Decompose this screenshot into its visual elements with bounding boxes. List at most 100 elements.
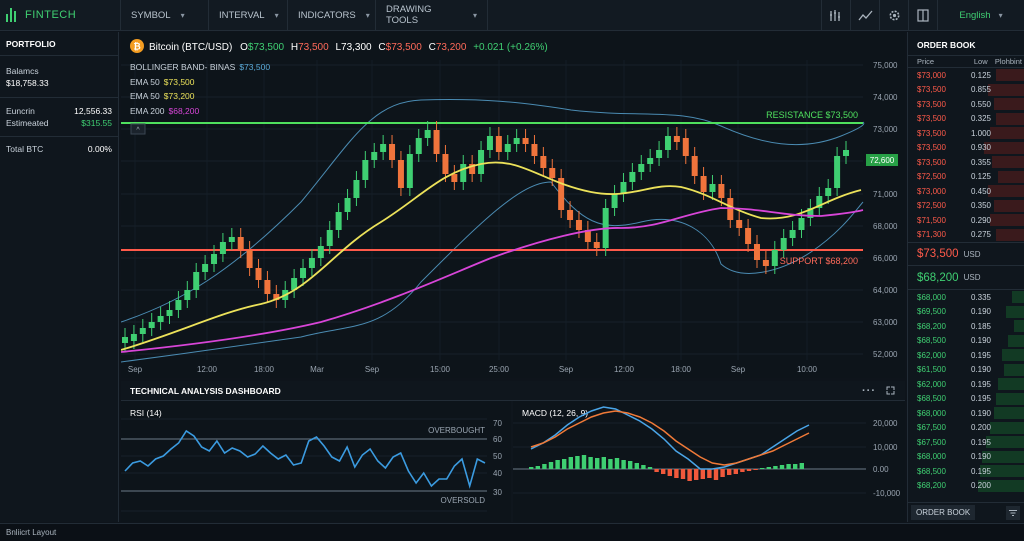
order-book-row[interactable]: $68,200 0.200: [908, 479, 1024, 494]
order-book-row[interactable]: $68,000 0.190: [908, 406, 1024, 421]
language-select[interactable]: English ▾: [937, 0, 1024, 31]
macd-histogram-bar: [595, 458, 600, 469]
order-book-row[interactable]: $73,500 0.325: [908, 112, 1024, 127]
order-book-row[interactable]: $71,500 0.290: [908, 213, 1024, 228]
menu-symbol-label: SYMBOL: [131, 9, 171, 21]
order-book-row[interactable]: $67,500 0.195: [908, 435, 1024, 450]
depth-bar: [1008, 334, 1024, 347]
order-book-row[interactable]: $68,200 0.185: [908, 319, 1024, 334]
order-book-row[interactable]: $68,500 0.190: [908, 334, 1024, 349]
filter-icon: [1009, 509, 1017, 516]
order-book-row[interactable]: $68,000 0.190: [908, 450, 1024, 465]
macd-histogram-bar: [661, 469, 666, 474]
order-book-row[interactable]: $62,000 0.195: [908, 377, 1024, 392]
candle-body: [424, 130, 431, 138]
order-book-row[interactable]: $72,500 0.350: [908, 199, 1024, 214]
order-price: $68,500: [917, 336, 946, 346]
language-label: English: [959, 10, 991, 21]
candle-body: [691, 156, 698, 176]
candle-body: [122, 337, 128, 343]
order-price: $68,000: [917, 292, 946, 302]
macd-title: MACD (12, 26, 9): [522, 408, 588, 418]
order-book-row[interactable]: $71,300 0.275: [908, 228, 1024, 243]
order-book-row[interactable]: $68,500 0.195: [908, 464, 1024, 479]
macd-histogram-bar: [667, 469, 672, 476]
menu-indicators[interactable]: INDICATORS ▾: [288, 0, 376, 31]
order-amount: 0.190: [970, 336, 991, 346]
candle-body: [575, 220, 582, 230]
candle-body: [567, 210, 574, 220]
menu-interval[interactable]: INTERVAL ▾: [209, 0, 288, 31]
candle-body: [353, 180, 360, 198]
candle-body: [745, 228, 752, 244]
x-tick-label: Sep: [559, 365, 574, 374]
order-book-row[interactable]: $73,500 0.855: [908, 83, 1024, 98]
order-price: $68,500: [917, 466, 946, 476]
price-chart[interactable]: ^ ₿ Bitcoin (BTC/USD) O$73,500 H73,500 L…: [121, 32, 905, 378]
indicator-bars-button[interactable]: [821, 0, 850, 31]
line-chart-icon: [857, 10, 872, 20]
order-amount: 1.000: [970, 128, 991, 138]
candle-body: [246, 250, 253, 268]
y-tick-label: 64,000: [873, 286, 898, 295]
depth-bar: [994, 199, 1024, 212]
portfolio-row-label: Euncrin: [6, 106, 35, 116]
rsi-tick-label: 30: [493, 488, 502, 497]
depth-bar: [990, 421, 1024, 434]
candle-body: [460, 164, 467, 182]
panel-button[interactable]: [908, 0, 937, 31]
order-book-row[interactable]: $67,500 0.200: [908, 421, 1024, 436]
macd-histogram-bar: [753, 469, 758, 470]
y-tick-label: 74,000: [873, 93, 898, 102]
order-book-row[interactable]: $73,000 0.125: [908, 68, 1024, 83]
order-book-row[interactable]: $61,500 0.190: [908, 363, 1024, 378]
x-tick-label: Mar: [310, 365, 324, 374]
order-book-row[interactable]: $62,000 0.195: [908, 348, 1024, 363]
indicator-value: $73,500: [239, 62, 270, 72]
line-chart-button[interactable]: [850, 0, 879, 31]
macd-histogram-bar: [614, 458, 620, 469]
order-price: $69,500: [917, 307, 946, 317]
candle-body: [682, 138, 689, 156]
order-price: $67,500: [917, 423, 946, 433]
price-chart-panel[interactable]: ^ ₿ Bitcoin (BTC/USD) O$73,500 H73,500 L…: [121, 32, 905, 378]
order-book-row[interactable]: $73,500 1.000: [908, 126, 1024, 141]
candle-body: [843, 150, 849, 156]
order-book-row[interactable]: $69,500 0.190: [908, 305, 1024, 320]
candle-body: [789, 230, 796, 238]
order-amount: 0.200: [970, 423, 991, 433]
order-amount: 0.125: [970, 70, 991, 80]
logo[interactable]: FINTECH: [0, 0, 121, 31]
candle-body: [397, 160, 404, 188]
more-icon[interactable]: ···: [862, 385, 876, 397]
menu-drawing-tools[interactable]: DRAWING TOOLS ▾: [376, 0, 488, 31]
order-book-row[interactable]: $73,500 0.930: [908, 141, 1024, 156]
dashboard-title: TECHNICAL ANALYSIS DASHBOARD: [130, 385, 281, 396]
order-book-button[interactable]: ORDER BOOK: [911, 505, 976, 520]
order-book-row[interactable]: $72,500 0.125: [908, 170, 1024, 185]
macd-histogram-bar: [535, 466, 540, 469]
macd-histogram-bar: [746, 469, 752, 471]
order-book-row[interactable]: $68,000 0.335: [908, 290, 1024, 305]
depth-bar: [998, 170, 1024, 183]
macd-histogram-bar: [647, 467, 653, 469]
order-book-row[interactable]: $73,500 0.550: [908, 97, 1024, 112]
order-amount: 0.195: [970, 437, 991, 447]
menu-symbol[interactable]: SYMBOL ▾: [121, 0, 209, 31]
order-book-row[interactable]: $73,500 0.355: [908, 155, 1024, 170]
x-tick-label: 15:00: [430, 365, 451, 374]
settings-button[interactable]: [879, 0, 908, 31]
order-book-row[interactable]: $73,000 0.450: [908, 184, 1024, 199]
candle-body: [531, 144, 538, 156]
candle-body: [202, 264, 209, 272]
expand-icon[interactable]: [886, 386, 895, 395]
y-tick-label: 68,000: [873, 222, 898, 231]
chevron-down-icon: ▾: [998, 11, 1003, 20]
order-amount: 0.325: [970, 114, 991, 124]
order-book-row[interactable]: $68,500 0.195: [908, 392, 1024, 407]
candle-body: [673, 136, 680, 142]
order-book-footer: ORDER BOOK: [908, 502, 1024, 522]
filter-button[interactable]: [1006, 505, 1020, 520]
order-amount: 0.185: [970, 321, 991, 331]
mid-ask: $73,500 USD: [908, 242, 1024, 266]
